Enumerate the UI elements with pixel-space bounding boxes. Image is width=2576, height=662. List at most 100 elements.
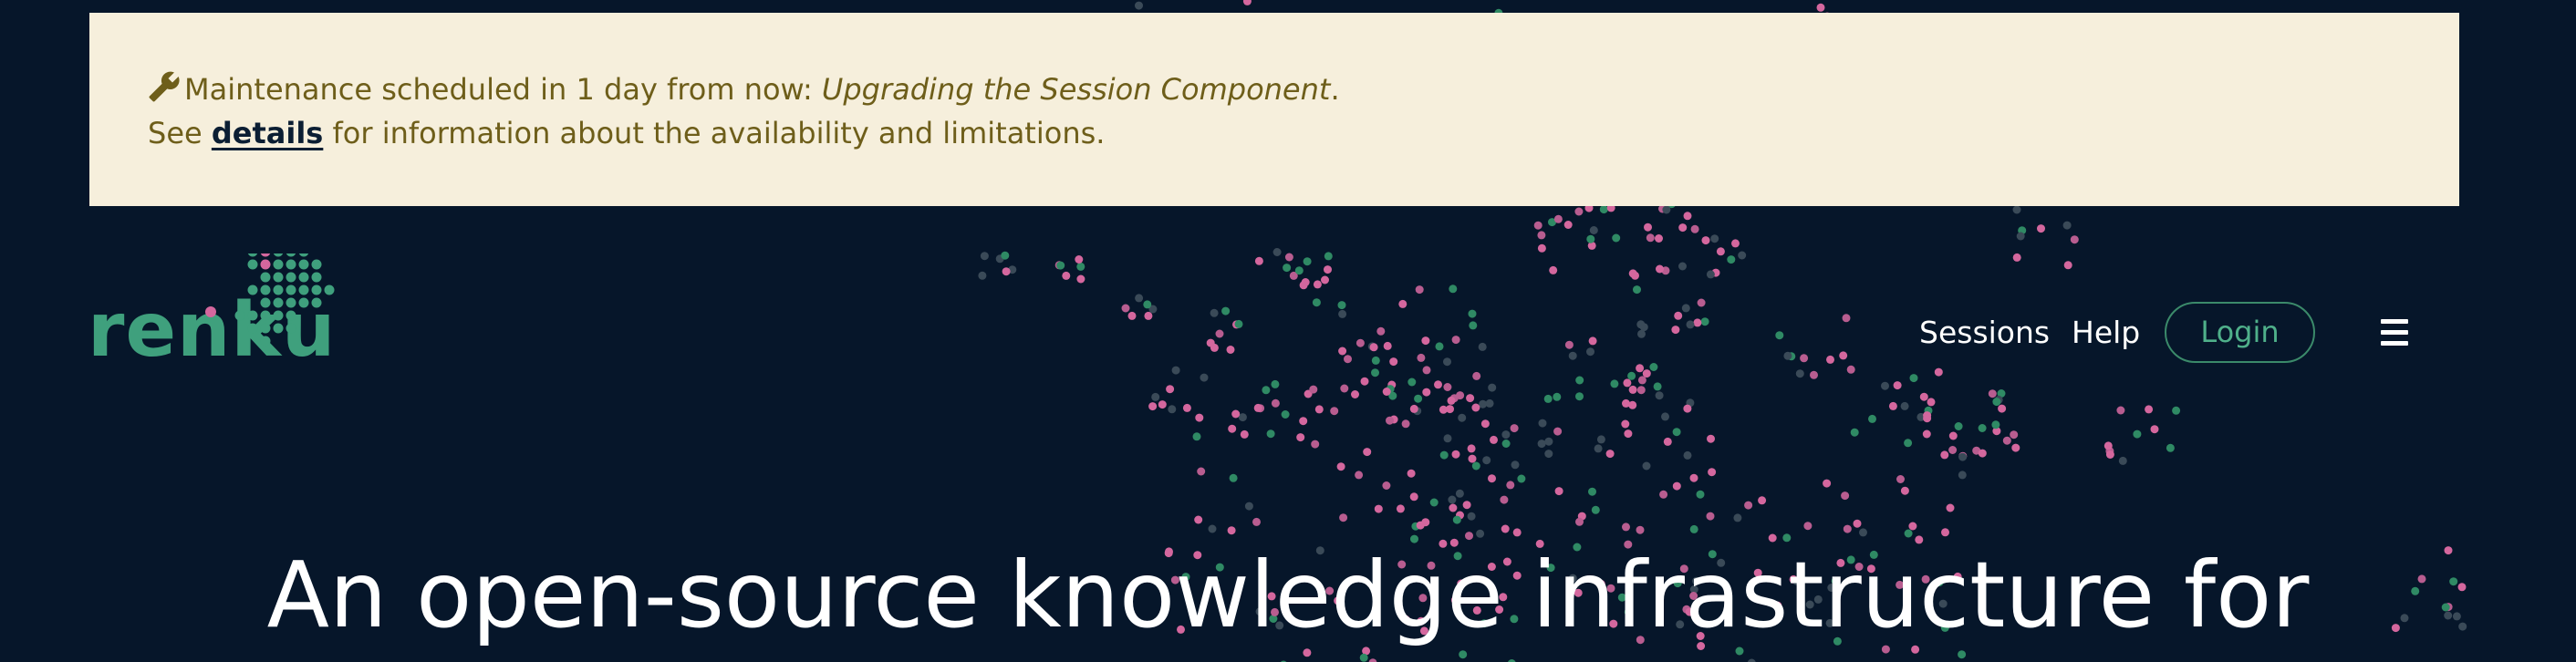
background-dot bbox=[1407, 469, 1416, 478]
background-dot bbox=[1919, 392, 1928, 401]
logo-dot bbox=[298, 272, 309, 283]
background-dot bbox=[1631, 271, 1639, 280]
background-dot bbox=[1001, 251, 1010, 260]
logo-dot bbox=[286, 272, 296, 283]
background-dot bbox=[1443, 357, 1451, 367]
nav-help-link[interactable]: Help bbox=[2072, 301, 2140, 365]
background-dot bbox=[1409, 404, 1418, 413]
background-dot bbox=[1271, 379, 1280, 388]
background-dot bbox=[1511, 460, 1520, 470]
background-dot bbox=[1371, 356, 1380, 365]
background-dot bbox=[1244, 502, 1253, 511]
background-dot bbox=[1706, 512, 1715, 521]
background-dot bbox=[1228, 424, 1237, 433]
background-dot bbox=[1312, 298, 1321, 307]
background-dot bbox=[1421, 336, 1430, 346]
background-dot bbox=[1904, 439, 1913, 448]
login-button[interactable]: Login bbox=[2165, 302, 2315, 363]
background-dot bbox=[1544, 437, 1553, 446]
background-dot bbox=[1262, 386, 1271, 395]
background-dot bbox=[1467, 512, 1476, 521]
background-dot bbox=[1056, 261, 1065, 270]
background-dot bbox=[1738, 251, 1747, 260]
background-dot bbox=[1517, 474, 1526, 483]
background-dot bbox=[1683, 404, 1692, 413]
nav-sessions-link[interactable]: Sessions bbox=[1919, 301, 2050, 365]
background-dot bbox=[1693, 318, 1702, 327]
background-dot bbox=[1210, 343, 1219, 352]
background-dot bbox=[1823, 479, 1832, 488]
background-dot bbox=[1303, 257, 1312, 266]
background-dot bbox=[1197, 467, 1206, 476]
background-dot bbox=[1568, 351, 1577, 360]
background-dot bbox=[1636, 386, 1646, 395]
background-dot bbox=[1978, 424, 1987, 432]
logo-dot bbox=[298, 284, 309, 295]
logo-dot bbox=[298, 297, 309, 308]
logo-dot bbox=[247, 259, 258, 270]
wrench-icon bbox=[149, 71, 180, 102]
background-dot bbox=[1355, 471, 1364, 480]
logo-dot bbox=[260, 253, 271, 257]
background-dot bbox=[1868, 414, 1876, 423]
logo-dot bbox=[260, 310, 271, 321]
renku-logo[interactable]: renku bbox=[88, 253, 402, 383]
background-dot bbox=[1646, 233, 1655, 243]
details-link[interactable]: details bbox=[212, 116, 323, 150]
background-dot bbox=[1549, 265, 1558, 274]
background-dot bbox=[1655, 391, 1664, 400]
background-dot bbox=[1135, 1, 1143, 10]
background-dot bbox=[1363, 448, 1372, 457]
background-dot bbox=[1314, 405, 1324, 414]
background-dot bbox=[1988, 389, 1997, 398]
banner-line-1: Maintenance scheduled in 1 day from now:… bbox=[148, 67, 2401, 111]
background-dot bbox=[1553, 214, 1563, 223]
background-dot bbox=[1775, 331, 1784, 340]
logo-dot bbox=[311, 297, 322, 308]
background-dot bbox=[2010, 430, 2019, 440]
background-dot bbox=[1663, 437, 1672, 446]
background-dot bbox=[1954, 422, 1963, 430]
background-dot bbox=[1330, 407, 1339, 416]
background-dot bbox=[1338, 347, 1347, 356]
background-dot bbox=[1826, 355, 1834, 364]
logo-dot bbox=[260, 284, 271, 295]
background-dot bbox=[1881, 381, 1889, 390]
background-dot bbox=[1941, 528, 1949, 537]
banner-line-2: See details for information about the av… bbox=[148, 111, 2401, 155]
logo-dot bbox=[273, 272, 284, 283]
background-dot bbox=[1469, 321, 1478, 330]
background-dot bbox=[1553, 392, 1562, 401]
logo-dot bbox=[260, 259, 271, 270]
background-dot bbox=[1639, 323, 1648, 332]
background-dot bbox=[1661, 412, 1669, 421]
background-dot bbox=[1143, 300, 1152, 309]
background-dot bbox=[1301, 278, 1310, 286]
background-dot bbox=[1451, 450, 1460, 459]
background-dot bbox=[2166, 443, 2175, 452]
background-dot bbox=[1252, 517, 1261, 526]
background-dot bbox=[1782, 533, 1792, 543]
background-dot bbox=[1904, 529, 1913, 538]
background-dot bbox=[1294, 266, 1304, 275]
background-dot bbox=[1683, 450, 1692, 460]
background-dot bbox=[1610, 379, 1619, 388]
logo-dot bbox=[273, 284, 284, 295]
background-dot bbox=[1472, 371, 1481, 380]
background-dot bbox=[2012, 253, 2021, 262]
background-dot bbox=[1151, 392, 1160, 401]
background-dot bbox=[1655, 234, 1663, 243]
hamburger-icon[interactable] bbox=[2381, 319, 2408, 347]
background-dot bbox=[1586, 347, 1594, 357]
background-dot bbox=[1215, 329, 1224, 338]
background-dot bbox=[1452, 515, 1461, 524]
background-dot bbox=[1706, 270, 1715, 279]
background-dot bbox=[1599, 205, 1608, 214]
background-dot bbox=[1697, 298, 1706, 307]
background-dot bbox=[1554, 487, 1563, 496]
background-dot bbox=[1958, 452, 1968, 461]
background-dot bbox=[1588, 487, 1596, 496]
background-dot bbox=[1850, 428, 1859, 437]
background-dot bbox=[1500, 495, 1509, 504]
background-dot bbox=[1227, 526, 1236, 535]
